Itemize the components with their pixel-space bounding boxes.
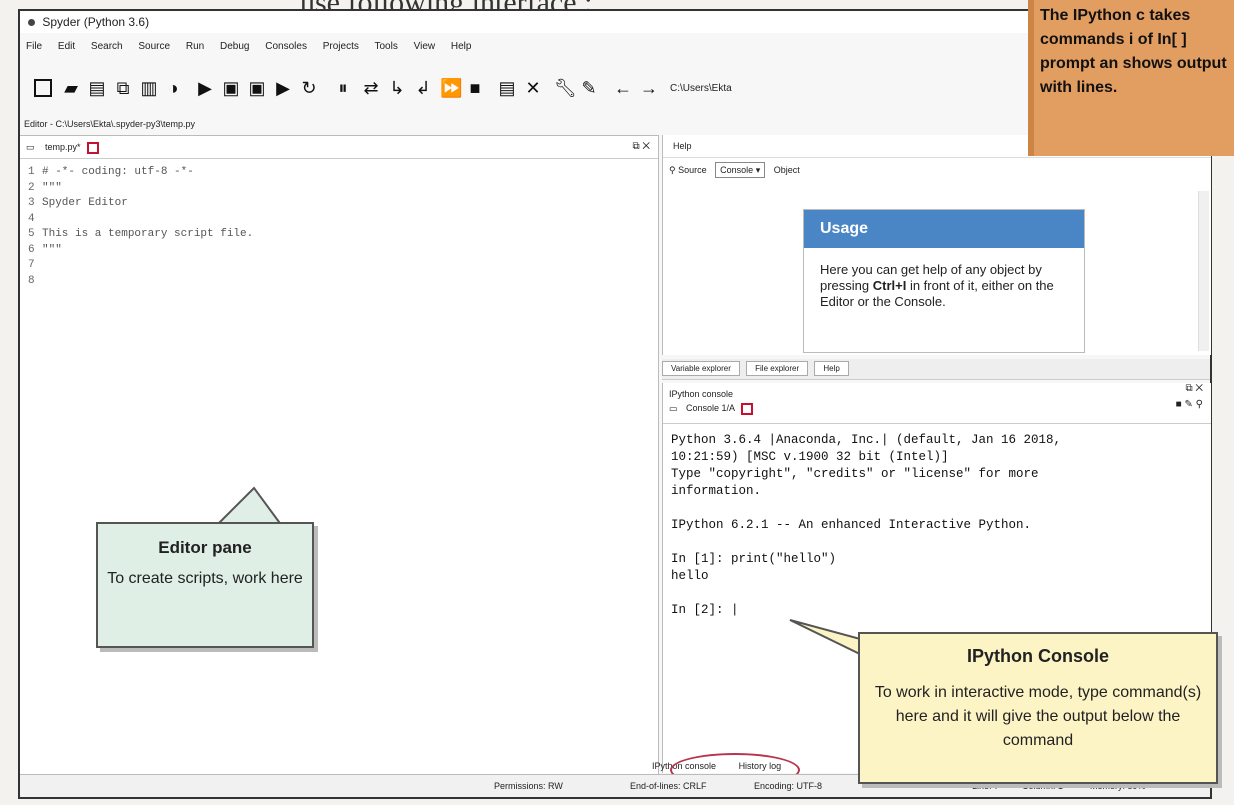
console-callout-body: To work in interactive mode, type comman… — [874, 684, 1202, 749]
status-eol: End-of-lines: CRLF — [630, 781, 707, 791]
code-area[interactable]: 1 # -*- coding: utf-8 -*- 2 """ 3 Spyder Ed… — [20, 159, 658, 289]
run-cell-advance-icon[interactable]: ▣ — [248, 79, 266, 97]
source-select[interactable]: Console ▾ — [715, 162, 766, 178]
stop-icon[interactable]: ■ — [466, 79, 484, 97]
stop-kernel-icon[interactable]: ■ — [1176, 399, 1182, 410]
app-icon — [28, 19, 35, 26]
editor-tab-label: temp.py* — [45, 142, 81, 152]
console-tab[interactable]: Console 1/A — [686, 403, 754, 415]
menu-debug[interactable]: Debug — [220, 41, 249, 52]
editor-tab-bar: ▭ temp.py* ⧉ ✕ — [20, 136, 658, 159]
code-line: 4 — [28, 212, 35, 225]
code-line: 1 # -*- coding: utf-8 -*- — [28, 166, 194, 178]
browse-tabs-icon[interactable]: ▭ — [669, 403, 678, 413]
menu-projects[interactable]: Projects — [323, 41, 359, 52]
code-line: 8 — [28, 274, 35, 287]
menu-source[interactable]: Source — [138, 41, 170, 52]
code-line: 5 This is a temporary script file. — [28, 228, 254, 240]
preferences-icon[interactable]: ◑ — [164, 79, 182, 97]
console-tools: ■ ✎ ⚲ — [1176, 399, 1203, 410]
tab-close-icon[interactable] — [741, 403, 754, 415]
ipython-note-box: The IPython c takes commands i of In[ ] … — [1028, 0, 1234, 156]
console-callout-title: IPython Console — [966, 646, 1109, 666]
status-encoding: Encoding: UTF-8 — [754, 781, 823, 791]
code-line: 3 Spyder Editor — [28, 197, 128, 209]
browse-tabs-icon[interactable]: ▭ — [26, 142, 35, 152]
editor-pane-buttons: ⧉ ✕ — [632, 136, 650, 158]
help-title: Help — [673, 141, 692, 151]
run-icon[interactable]: ▶ — [196, 79, 214, 97]
tab-variable-explorer[interactable]: Variable explorer — [662, 361, 740, 376]
step-return-icon[interactable]: ↲ — [414, 79, 432, 97]
maximize-pane-icon[interactable]: ▤ — [498, 79, 516, 97]
search-icon: ⚲ — [669, 165, 676, 175]
object-label[interactable]: Object — [774, 165, 800, 175]
menu-tools[interactable]: Tools — [374, 41, 397, 52]
menu-view[interactable]: View — [414, 41, 436, 52]
menu-bar: File Edit Search Source Run Debug Consol… — [26, 41, 484, 52]
tab-close-icon[interactable] — [87, 141, 100, 154]
step-icon[interactable]: ⇄ — [362, 79, 380, 97]
rerun-icon[interactable]: ↻ — [300, 79, 318, 97]
console-pane-buttons: ⧉ ✕ — [1185, 383, 1203, 394]
toolbar: ▰ ▤ ⧉ ▥ ◑ ▶ ▣ ▣ ▶ ↻ ⏸ ⇄ ↳ ↲ ⏩ ■ ▤ ✕ 🔧︎ ✎… — [30, 73, 1030, 107]
window-title: Spyder (Python 3.6) — [42, 15, 150, 29]
help-scrollbar[interactable] — [1198, 191, 1209, 351]
ipython-console-callout: IPython Console To work in interactive m… — [858, 632, 1218, 784]
tab-file-explorer[interactable]: File explorer — [746, 361, 809, 376]
menu-search[interactable]: Search — [91, 41, 123, 52]
close-pane-icon[interactable]: ✕ — [642, 141, 650, 152]
menu-help[interactable]: Help — [451, 41, 472, 52]
debug-list-icon[interactable]: ▥ — [140, 79, 158, 97]
editor-path: Editor - C:\Users\Ekta\.spyder-py3\temp.… — [24, 119, 196, 129]
menu-run[interactable]: Run — [186, 41, 204, 52]
undock-icon[interactable]: ⧉ — [632, 141, 639, 152]
continue-icon[interactable]: ⏩ — [440, 79, 462, 97]
usage-text: Here you can get help of any object by p… — [820, 262, 1054, 309]
undock-icon[interactable]: ⧉ — [1185, 383, 1192, 394]
open-folder-icon[interactable]: ▰ — [62, 79, 80, 97]
editor-callout-body: To create scripts, work here — [107, 570, 303, 587]
menu-file[interactable]: File — [26, 41, 42, 52]
options-search-icon[interactable]: ⚲ — [1196, 399, 1203, 410]
fullscreen-icon[interactable]: ✕ — [524, 79, 542, 97]
help-toolbar: ⚲ Source Console ▾ Object — [663, 158, 1211, 182]
working-directory-path[interactable]: C:\Users\Ekta — [670, 83, 732, 94]
close-pane-icon[interactable]: ✕ — [1195, 383, 1203, 394]
source-label: Source — [678, 165, 707, 175]
step-into-icon[interactable]: ↳ — [388, 79, 406, 97]
menu-edit[interactable]: Edit — [58, 41, 75, 52]
wrench-icon[interactable]: 🔧︎ — [554, 79, 577, 97]
console-output[interactable]: Python 3.6.4 |Anaconda, Inc.| (default, … — [663, 424, 1211, 619]
usage-title: Usage — [804, 210, 1084, 248]
status-permissions: Permissions: RW — [494, 781, 563, 791]
help-pane: Help ⧉ ✕ ⚲ Source Console ▾ Object Usage… — [662, 135, 1211, 355]
editor-tab[interactable]: temp.py* — [45, 141, 100, 154]
usage-panel: Usage Here you can get help of any objec… — [803, 209, 1085, 353]
editor-pane[interactable]: ▭ temp.py* ⧉ ✕ 1 # -*- coding: utf-8 -*- … — [20, 135, 659, 776]
code-line: 2 """ — [28, 181, 62, 194]
editor-pane-callout: Editor pane To create scripts, work here — [96, 522, 314, 648]
code-line: 7 — [28, 259, 35, 271]
tab-help[interactable]: Help — [814, 361, 849, 376]
run-selection-icon[interactable]: ▶ — [274, 79, 292, 97]
python-path-icon[interactable]: ✎ — [580, 79, 598, 97]
new-file-icon[interactable] — [34, 79, 52, 97]
debug-icon[interactable]: ⏸ — [334, 79, 352, 97]
console-tab-bar: ▭ Console 1/A ■ ✎ ⚲ — [663, 399, 1211, 424]
editor-callout-title: Editor pane — [158, 538, 252, 557]
forward-arrow-icon[interactable]: → — [640, 79, 658, 97]
menu-consoles[interactable]: Consoles — [265, 41, 307, 52]
save-all-icon[interactable]: ⧉ — [114, 79, 132, 97]
code-line: 6 """ — [28, 243, 62, 256]
save-icon[interactable]: ▤ — [88, 79, 106, 97]
console-title: IPython console ⧉ ✕ — [669, 383, 1203, 399]
back-arrow-icon[interactable]: ← — [614, 79, 632, 97]
edit-icon[interactable]: ✎ — [1185, 399, 1193, 410]
run-cell-icon[interactable]: ▣ — [222, 79, 240, 97]
help-pane-tabs: Variable explorer File explorer Help — [662, 359, 1210, 380]
